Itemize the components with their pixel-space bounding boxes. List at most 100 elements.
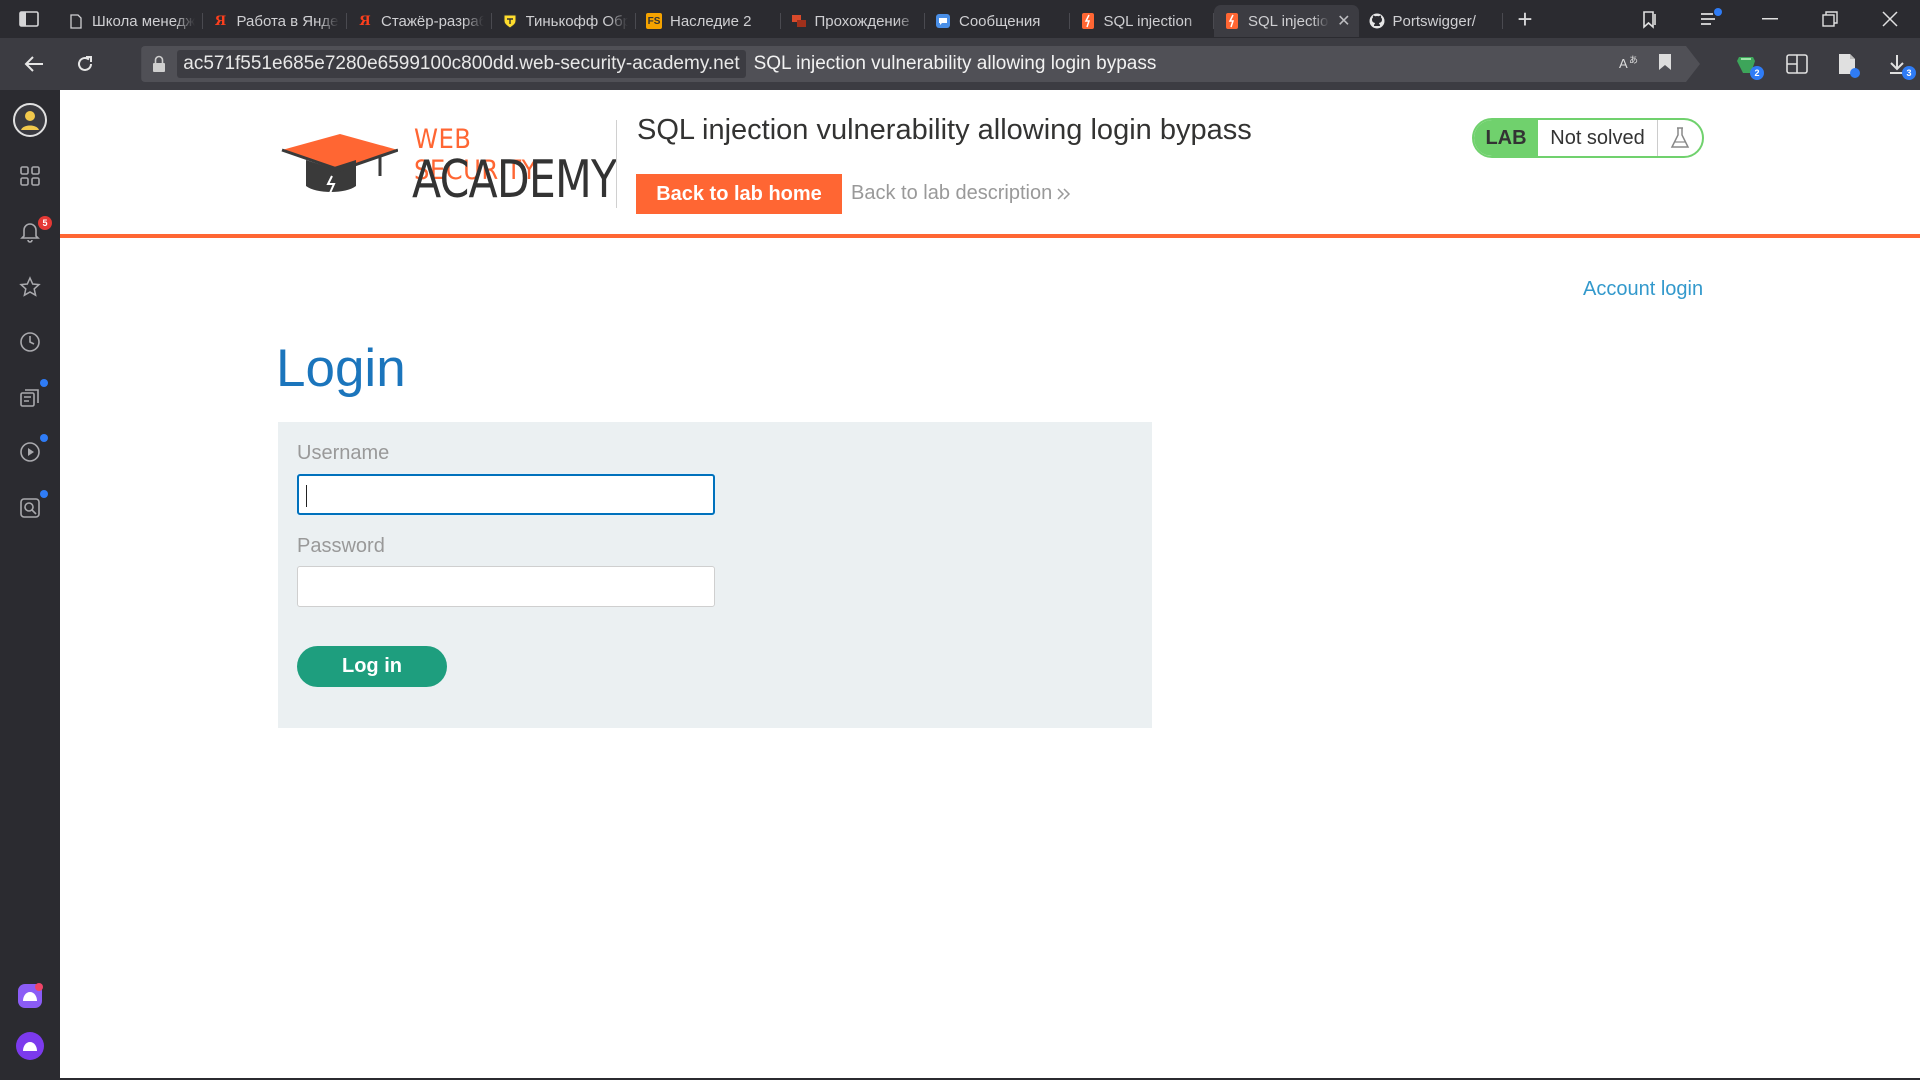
collections-icon[interactable] xyxy=(1620,0,1680,38)
tab-sidebar-toggle-icon[interactable] xyxy=(0,0,58,38)
tab-title: Школа менеджеров xyxy=(92,12,195,30)
bell-icon[interactable]: 5 xyxy=(0,210,60,254)
tab-title: Стажёр-разработчик xyxy=(381,12,484,30)
address-bar[interactable]: ac571f551e685e7280e6599100c800dd.web-sec… xyxy=(141,46,1700,82)
url-domain[interactable]: ac571f551e685e7280e6599100c800dd.web-sec… xyxy=(177,50,745,78)
game-icon xyxy=(791,13,807,29)
yandex-icon: Я xyxy=(359,13,371,29)
yandex-icon: Я xyxy=(214,13,227,29)
collections-sidebar-icon[interactable] xyxy=(0,375,60,419)
video-play-icon[interactable] xyxy=(0,430,60,474)
notifications-badge: 5 xyxy=(38,216,52,230)
chat-icon xyxy=(935,13,951,29)
web-security-academy-logo[interactable]: WEB SECURITY ACADEMY xyxy=(278,116,617,210)
back-to-description-label: Back to lab description xyxy=(851,182,1053,204)
close-window-button[interactable] xyxy=(1860,0,1920,38)
login-form: Username Password Log in xyxy=(278,422,1152,728)
lab-header: WEB SECURITY ACADEMY SQL injection vulne… xyxy=(60,90,1920,238)
new-tab-button[interactable]: + xyxy=(1503,0,1547,38)
lab-title: SQL injection vulnerability allowing log… xyxy=(637,114,1252,146)
tab-title: Прохождение xyxy=(814,12,910,30)
logo-text-bottom: ACADEMY xyxy=(412,150,617,210)
notification-dot xyxy=(1714,8,1722,16)
page-viewport: WEB SECURITY ACADEMY SQL injection vulne… xyxy=(60,90,1920,1078)
page-title: Login xyxy=(276,339,406,398)
account-login-link[interactable]: Account login xyxy=(1583,278,1703,301)
tab-title: Работа в Яндексе xyxy=(236,12,340,30)
alice-assistant-icon[interactable] xyxy=(0,1024,60,1068)
svg-text:あ: あ xyxy=(1629,55,1638,66)
password-label: Password xyxy=(297,535,385,557)
browser-tab[interactable]: Прохождение xyxy=(781,5,926,37)
restore-button[interactable] xyxy=(1800,0,1860,38)
extensions-row: 2 3 xyxy=(1724,44,1920,84)
back-to-lab-home-button[interactable]: Back to lab home xyxy=(636,174,842,214)
notification-dot xyxy=(40,490,48,498)
browser-tab[interactable]: Тинькофф Образование xyxy=(492,5,637,37)
shield-extension-icon[interactable]: 2 xyxy=(1724,44,1770,84)
tab-title: Сообщения xyxy=(959,12,1041,30)
tab-title: Portswigger/ xyxy=(1392,12,1476,30)
address-toolbar: ac571f551e685e7280e6599100c800dd.web-sec… xyxy=(0,38,1920,90)
extension-badge: 2 xyxy=(1750,66,1764,80)
tab-list: Школа менеджеров Я Работа в Яндексе Я Ст… xyxy=(58,0,1503,38)
minimize-button[interactable] xyxy=(1740,0,1800,38)
download-icon[interactable]: 3 xyxy=(1874,44,1920,84)
bookmark-icon[interactable] xyxy=(1658,53,1672,76)
github-icon xyxy=(1369,13,1385,29)
graduation-cap-icon xyxy=(281,134,398,194)
browser-tab[interactable]: Школа менеджеров xyxy=(58,5,203,37)
window-controls xyxy=(1620,0,1920,38)
portswigger-icon xyxy=(1224,13,1240,29)
browser-tab[interactable]: Я Работа в Яндексе xyxy=(203,5,348,37)
notification-dot xyxy=(40,434,48,442)
lock-icon[interactable] xyxy=(141,55,177,73)
tab-title: Тинькофф Образование xyxy=(525,12,629,30)
fs-icon: FS xyxy=(646,13,662,29)
back-to-lab-description-link[interactable]: Back to lab description xyxy=(851,182,1072,205)
apps-grid-icon[interactable] xyxy=(0,154,60,198)
browser-tab-active[interactable]: SQL injection ✕ xyxy=(1214,5,1359,37)
tinkoff-icon xyxy=(502,13,518,29)
file-extension-icon[interactable] xyxy=(1824,44,1870,84)
close-icon[interactable]: ✕ xyxy=(1337,11,1350,31)
flask-icon xyxy=(1658,120,1702,156)
double-chevron-right-icon xyxy=(1057,187,1071,200)
split-screen-icon[interactable] xyxy=(1774,44,1820,84)
lab-status-text: Not solved xyxy=(1538,120,1658,156)
star-icon[interactable] xyxy=(0,265,60,309)
lab-status-widget: LAB Not solved xyxy=(1472,118,1704,158)
browser-sidebar: 5 xyxy=(0,90,60,1080)
browser-tab[interactable]: Я Стажёр-разработчик xyxy=(347,5,492,37)
tab-title: Наследие 2 xyxy=(670,12,752,30)
notification-dot xyxy=(40,379,48,387)
reload-icon[interactable] xyxy=(64,38,108,90)
username-input[interactable] xyxy=(297,474,715,515)
text-caret xyxy=(306,485,307,507)
lens-search-icon[interactable] xyxy=(0,486,60,530)
downloads-badge: 3 xyxy=(1902,66,1916,80)
history-clock-icon[interactable] xyxy=(0,320,60,364)
back-arrow-icon[interactable] xyxy=(4,38,64,90)
password-input[interactable] xyxy=(297,566,715,607)
log-in-button[interactable]: Log in xyxy=(297,646,447,687)
doc-icon xyxy=(68,13,84,29)
check-dot xyxy=(1850,68,1860,78)
tab-title: SQL injection xyxy=(1248,12,1330,30)
messenger-app-icon[interactable] xyxy=(0,974,60,1018)
browser-tab[interactable]: SQL injection xyxy=(1070,5,1215,37)
lab-tag: LAB xyxy=(1474,120,1538,156)
browser-tab[interactable]: Portswigger/ xyxy=(1359,5,1504,37)
header-divider xyxy=(616,120,617,208)
profile-avatar[interactable] xyxy=(0,98,60,142)
browser-tab[interactable]: FS Наследие 2 xyxy=(636,5,781,37)
portswigger-icon xyxy=(1080,13,1096,29)
url-page-title[interactable]: SQL injection vulnerability allowing log… xyxy=(754,53,1157,75)
translate-icon[interactable]: Aあ xyxy=(1618,53,1640,76)
browser-tab-strip: Школа менеджеров Я Работа в Яндексе Я Ст… xyxy=(0,0,1920,38)
tab-menu-icon[interactable] xyxy=(1680,0,1740,38)
svg-text:A: A xyxy=(1619,56,1628,71)
tab-title: SQL injection xyxy=(1103,12,1193,30)
username-label: Username xyxy=(297,442,390,464)
browser-tab[interactable]: Сообщения xyxy=(925,5,1070,37)
